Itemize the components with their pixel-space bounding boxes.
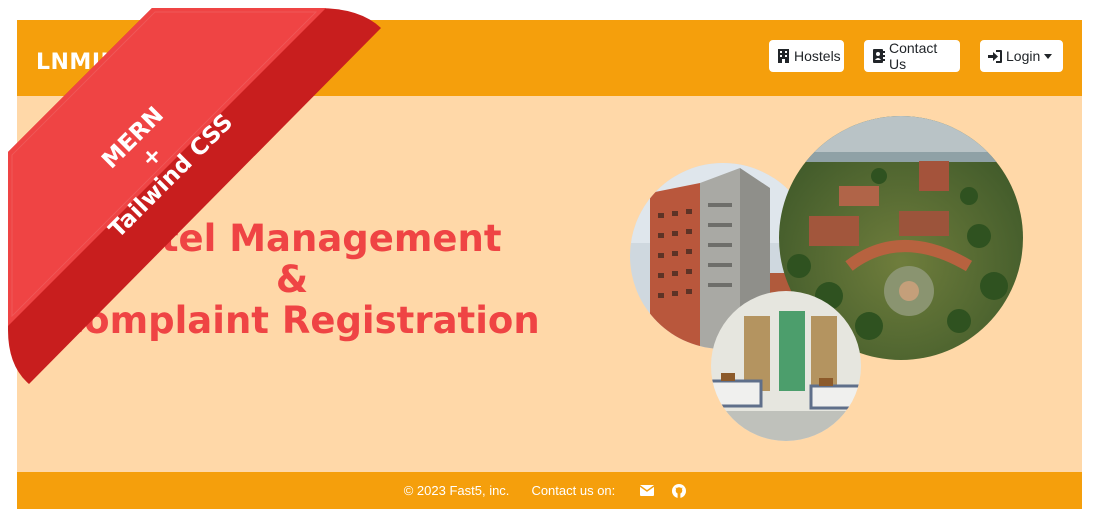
- address-book-icon: [872, 49, 885, 63]
- footer-copyright: © 2023 Fast5, inc.: [403, 483, 510, 498]
- hostels-label: Hostels: [794, 48, 841, 64]
- hero-title-line-3: Complaint Registration: [57, 299, 540, 342]
- contact-us-button[interactable]: Contact Us: [864, 40, 960, 72]
- chevron-down-icon: [1044, 53, 1053, 59]
- brand-logo[interactable]: LNMIIT: [36, 50, 125, 75]
- page-frame: LNMIIT Hostels Contact Us Login Hostel M…: [17, 20, 1082, 509]
- sign-in-icon: [988, 49, 1002, 63]
- footer-contact-label: Contact us on:: [531, 483, 616, 498]
- footer: © 2023 Fast5, inc. Contact us on:: [17, 472, 1082, 509]
- github-icon[interactable]: [672, 483, 687, 498]
- hostel-room-photo: [711, 291, 861, 441]
- navbar: LNMIIT Hostels Contact Us Login: [17, 20, 1082, 96]
- hero-title-line-1: Hostel Management: [82, 217, 502, 260]
- login-label: Login: [1006, 48, 1041, 64]
- envelope-icon[interactable]: [640, 485, 655, 496]
- hostels-button[interactable]: Hostels: [769, 40, 844, 72]
- hero-title: Hostel Management & Complaint Registrati…: [57, 217, 540, 342]
- hero-title-line-2: &: [275, 258, 309, 301]
- contact-us-label: Contact Us: [889, 40, 938, 72]
- login-dropdown-button[interactable]: Login: [980, 40, 1063, 72]
- building-icon: [777, 49, 790, 63]
